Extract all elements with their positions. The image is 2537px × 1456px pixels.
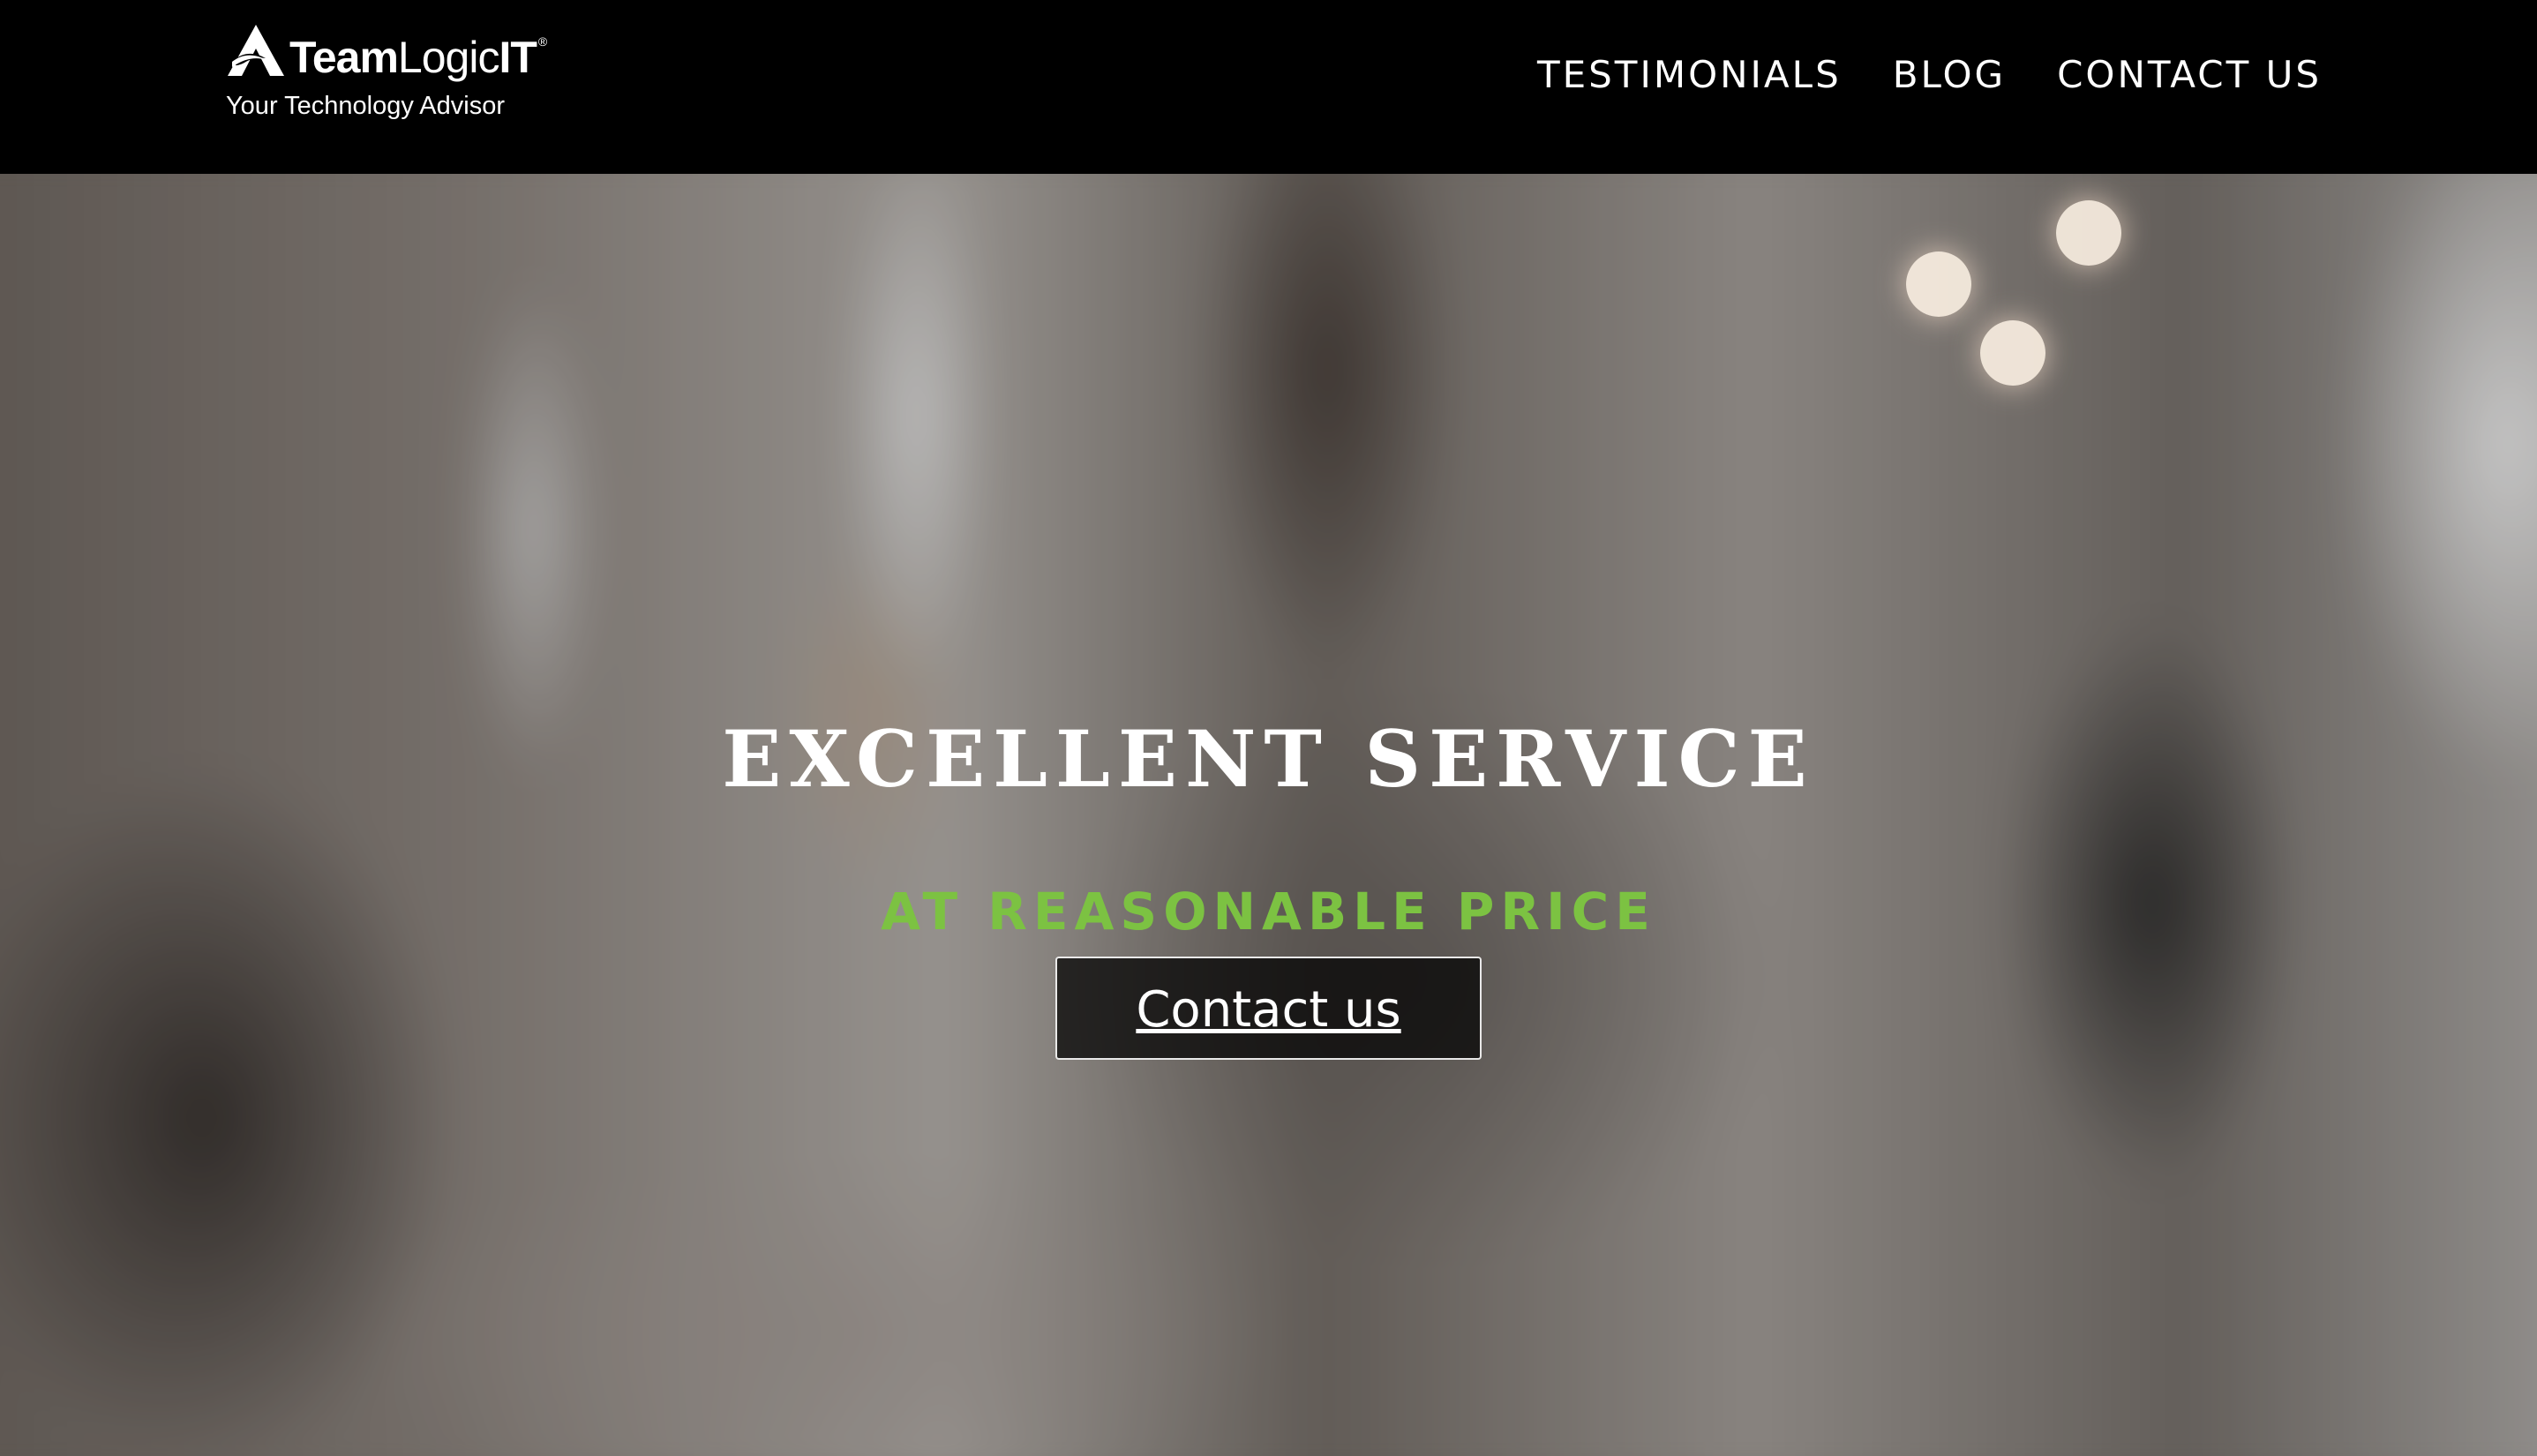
nav-blog-link[interactable]: BLOG (1893, 56, 2006, 94)
hero-section: EXCELLENT SERVICE AT REASONABLE PRICE Co… (0, 174, 2537, 1456)
hero-subheadline: AT REASONABLE PRICE (881, 882, 1656, 942)
hero-headline: EXCELLENT SERVICE (722, 712, 1815, 805)
main-navigation: TESTIMONIALS BLOG CONTACT US (1537, 56, 2322, 94)
teamlogic-triangle-icon (228, 25, 284, 76)
teamlogicit-logo[interactable]: TeamLogicIT ® Your Technology Advisor (224, 21, 577, 127)
nav-testimonials-link[interactable]: TESTIMONIALS (1537, 56, 1842, 94)
site-header: TeamLogicIT ® Your Technology Advisor TES… (0, 0, 2537, 174)
logo-wordmark: TeamLogicIT ® (289, 33, 547, 82)
registered-mark: ® (537, 34, 547, 49)
logo-word-team: Team (289, 33, 399, 82)
logo-tagline: Your Technology Advisor (226, 92, 505, 120)
hero-content: EXCELLENT SERVICE AT REASONABLE PRICE Co… (0, 174, 2537, 1456)
nav-contact-us-link[interactable]: CONTACT US (2057, 56, 2322, 94)
logo-word-logic: Logic (397, 33, 500, 82)
contact-us-button[interactable]: Contact us (1055, 957, 1482, 1060)
logo-word-it: IT (499, 33, 537, 82)
